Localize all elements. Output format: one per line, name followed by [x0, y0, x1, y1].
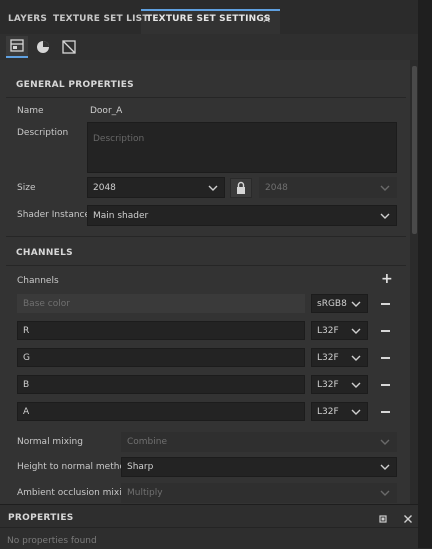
channels-header: CHANNELS — [16, 248, 73, 258]
ao-mixing-label: Ambient occlusion mixing — [17, 488, 134, 498]
channel-format-dropdown[interactable]: L32F — [311, 375, 368, 394]
chevron-down-icon — [351, 328, 361, 334]
height-to-normal-value: Sharp — [127, 462, 154, 472]
channel-name-field[interactable]: G — [17, 348, 305, 367]
channel-format-dropdown[interactable]: L32F — [311, 321, 368, 340]
remove-channel-minus-icon[interactable] — [381, 330, 390, 332]
channel-format-dropdown[interactable]: L32F — [311, 402, 368, 421]
size-linked-dropdown: 2048 — [259, 177, 397, 198]
right-edge-strip — [418, 0, 432, 548]
tab-texture-set-settings[interactable]: TEXTURE SET SETTINGS — [146, 14, 271, 24]
close-icon[interactable] — [403, 514, 413, 524]
tab-layers[interactable]: LAYERS — [8, 14, 47, 24]
restore-icon[interactable] — [378, 514, 388, 524]
channel-format: L32F — [317, 352, 339, 363]
chevron-down-icon — [380, 490, 390, 496]
chevron-down-icon — [380, 464, 390, 470]
channel-name: R — [23, 325, 30, 336]
chevron-down-icon — [351, 355, 361, 361]
properties-panel: PROPERTIES No properties found — [0, 504, 418, 549]
description-field[interactable]: Description — [87, 122, 397, 173]
chevron-down-icon — [351, 301, 361, 307]
channel-name-field[interactable]: R — [17, 321, 305, 340]
description-label: Description — [17, 128, 69, 138]
name-value: Door_A — [90, 106, 123, 116]
tab-texture-set-list[interactable]: TEXTURE SET LIST — [53, 14, 149, 24]
channel-name-field: Base color — [17, 294, 305, 313]
properties-empty-text: No properties found — [7, 536, 97, 546]
channel-format-dropdown[interactable]: L32F — [311, 348, 368, 367]
general-properties-header: GENERAL PROPERTIES — [16, 80, 134, 90]
name-label: Name — [17, 106, 44, 116]
divider — [0, 527, 418, 528]
channel-format-dropdown[interactable]: sRGB8 — [311, 294, 368, 313]
normal-mixing-label: Normal mixing — [17, 437, 83, 447]
divider — [6, 265, 406, 266]
scrollbar-thumb[interactable] — [412, 66, 417, 234]
material-sphere-icon[interactable] — [32, 36, 54, 58]
shader-instance-label: Shader Instance — [17, 210, 91, 220]
remove-channel-minus-icon[interactable] — [381, 357, 390, 359]
height-to-normal-label: Height to normal method — [17, 462, 131, 472]
height-to-normal-dropdown[interactable]: Sharp — [121, 457, 397, 477]
normal-mixing-dropdown: Combine — [121, 432, 397, 452]
channel-format: L32F — [317, 379, 339, 390]
divider — [6, 97, 406, 98]
channel-name: G — [23, 352, 30, 363]
panel-scrollbar[interactable] — [410, 60, 418, 504]
chevron-down-icon — [380, 185, 390, 191]
settings-toolbar — [0, 34, 418, 61]
chevron-down-icon — [351, 382, 361, 388]
remove-channel-minus-icon[interactable] — [381, 384, 390, 386]
shader-instance-value: Main shader — [93, 210, 149, 221]
chevron-down-icon — [351, 409, 361, 415]
texture-set-settings-icon[interactable] — [6, 36, 28, 58]
remove-channel-minus-icon[interactable] — [381, 411, 390, 413]
size-label: Size — [17, 183, 36, 193]
chevron-down-icon — [208, 185, 218, 191]
remove-channel-minus-icon[interactable] — [381, 303, 390, 305]
lock-size-button[interactable] — [230, 178, 252, 198]
channel-format: sRGB8 — [317, 298, 347, 309]
chevron-down-icon — [380, 213, 390, 219]
size-value: 2048 — [93, 182, 116, 193]
channel-name-field[interactable]: A — [17, 402, 305, 421]
normal-mixing-value: Combine — [127, 437, 168, 447]
size-linked-value: 2048 — [265, 182, 288, 193]
tab-bar: LAYERS TEXTURE SET LIST TEXTURE SET SETT… — [0, 0, 418, 34]
add-channel-plus-icon[interactable]: + — [381, 271, 393, 287]
channels-label: Channels — [17, 276, 59, 286]
description-placeholder: Description — [93, 134, 145, 144]
size-dropdown[interactable]: 2048 — [87, 177, 225, 198]
ao-mixing-value: Multiply — [127, 488, 163, 498]
close-icon[interactable]: ✕ — [262, 13, 271, 26]
uv-crop-icon[interactable] — [58, 36, 80, 58]
lock-icon — [237, 181, 245, 194]
channel-name: A — [23, 406, 30, 417]
shader-instance-dropdown[interactable]: Main shader — [87, 205, 397, 226]
channel-name-field[interactable]: B — [17, 375, 305, 394]
channel-format: L32F — [317, 325, 339, 336]
texture-set-settings-panel: GENERAL PROPERTIES Name Door_A Descripti… — [0, 60, 410, 504]
chevron-down-icon — [380, 439, 390, 445]
properties-title: PROPERTIES — [8, 513, 74, 523]
channel-format: L32F — [317, 406, 339, 417]
channel-name: Base color — [23, 298, 70, 309]
ao-mixing-dropdown: Multiply — [121, 483, 397, 503]
divider — [6, 236, 406, 237]
channel-name: B — [23, 379, 30, 390]
